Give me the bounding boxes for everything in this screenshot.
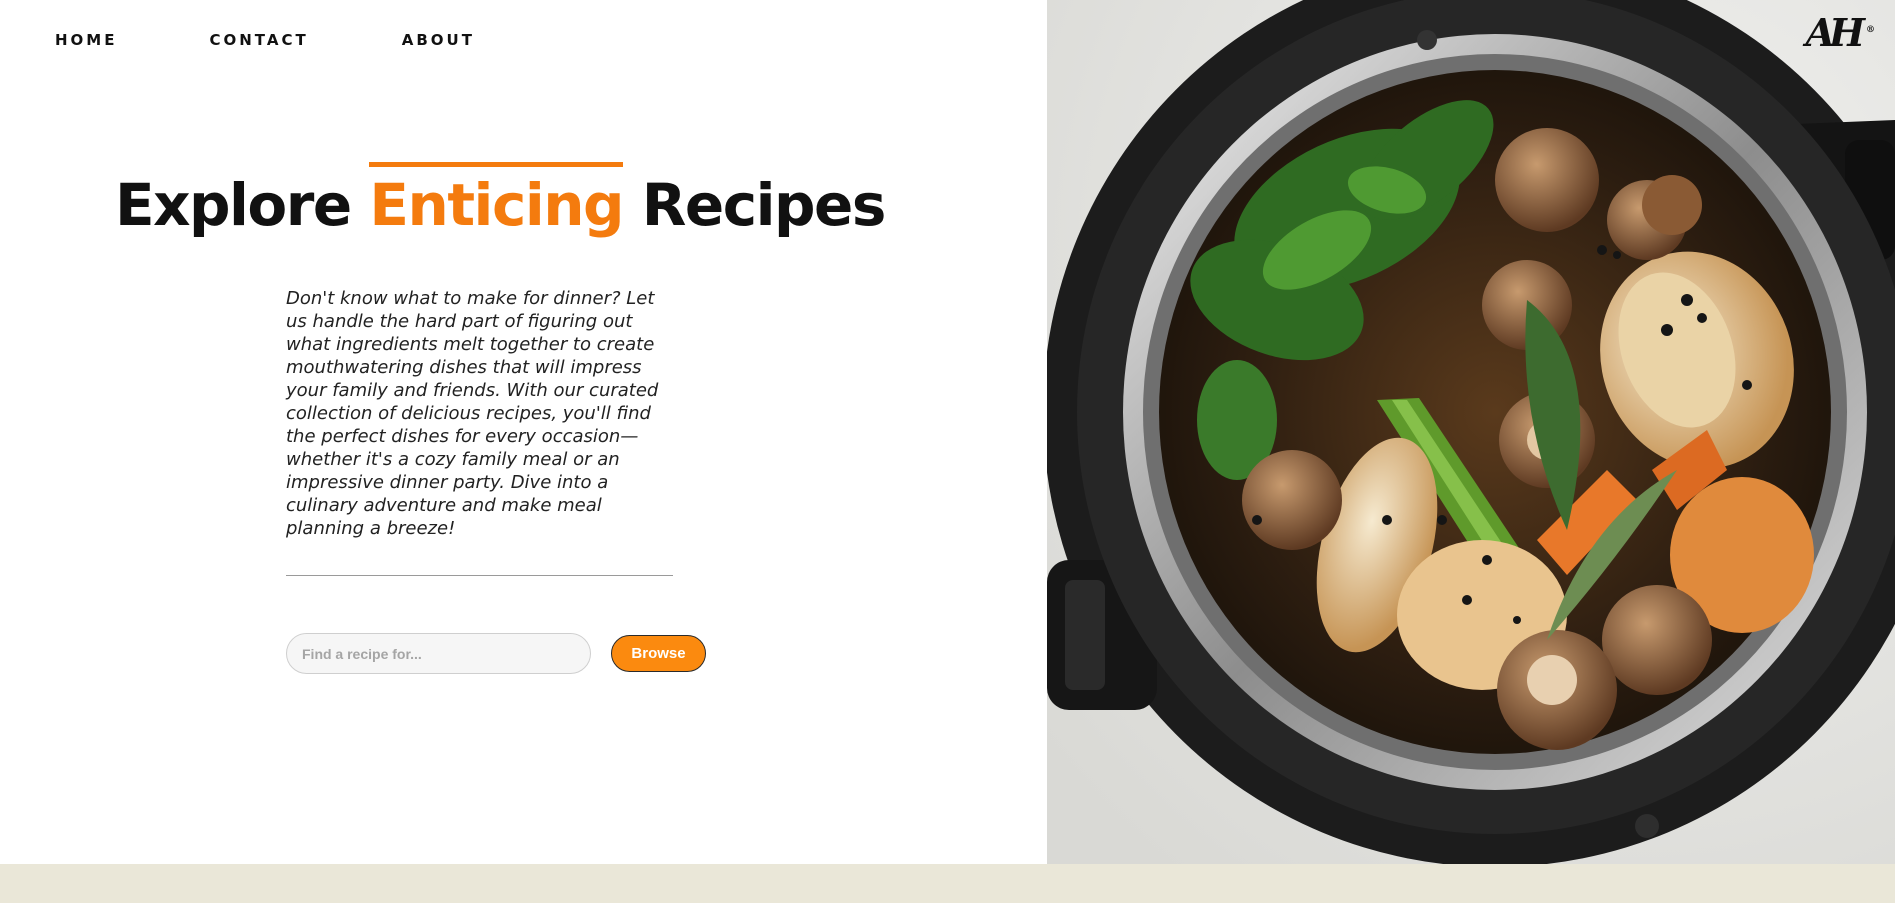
title-accent: Enticing: [369, 162, 625, 239]
browse-button[interactable]: Browse: [611, 635, 706, 672]
nav-contact-link[interactable]: CONTACT: [209, 31, 308, 49]
brand-logo[interactable]: AH ®: [1806, 14, 1875, 52]
title-pre: Explore: [115, 171, 352, 239]
pot-illustration: [1047, 0, 1895, 864]
nav-about-link[interactable]: ABOUT: [402, 31, 475, 49]
hero-panel: HOME CONTACT ABOUT Explore Enticing Reci…: [0, 0, 1047, 864]
hero-description: Don't know what to make for dinner? Let …: [286, 288, 659, 539]
hero-photo: AH ®: [1047, 0, 1895, 864]
recipe-search-input[interactable]: [286, 633, 591, 674]
top-nav: HOME CONTACT ABOUT: [55, 31, 475, 49]
page-title: Explore Enticing Recipes: [115, 162, 886, 239]
logo-text: AH: [1805, 10, 1865, 55]
registered-mark: ®: [1866, 25, 1875, 36]
title-post: Recipes: [641, 171, 887, 239]
divider: [286, 575, 673, 576]
nav-home-link[interactable]: HOME: [55, 31, 117, 49]
footer-band: [0, 864, 1895, 903]
